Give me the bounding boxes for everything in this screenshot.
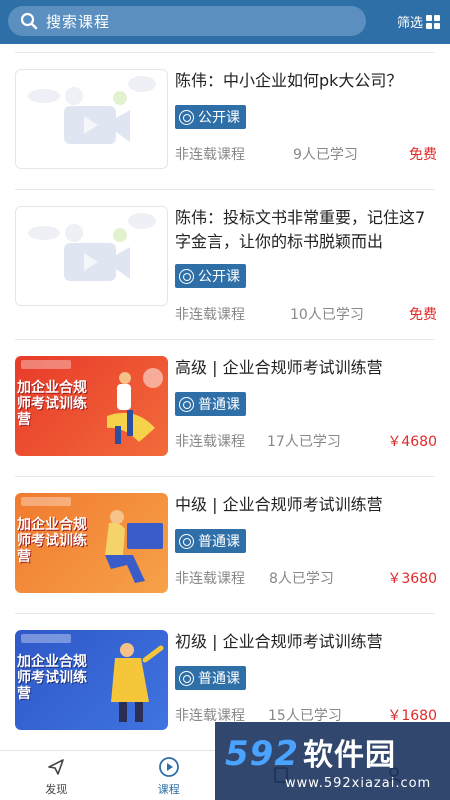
illustration-person [111, 643, 164, 722]
course-item[interactable]: 陈伟：投标文书非常重要，记住这7字金言，让你的标书脱颖而出 公开课 非连载课程 … [0, 206, 450, 326]
learner-count: 10人已学习 [290, 307, 364, 323]
course-meta: 非连载课程 8人已学习 ￥3680 [175, 568, 437, 588]
badge-label: 公开课 [198, 110, 240, 126]
filter-button[interactable]: 筛选 [397, 12, 440, 31]
course-title[interactable]: 中级 | 企业合规师考试训练营 [175, 493, 437, 517]
course-thumbnail [15, 69, 168, 169]
illustration-person [107, 368, 163, 444]
divider [15, 476, 435, 477]
badge-label: 普通课 [198, 671, 240, 687]
course-title[interactable]: 高级 | 企业合规师考试训练营 [175, 356, 437, 380]
divider [15, 52, 435, 53]
course-meta: 非连载课程 9人已学习 免费 [175, 144, 437, 164]
course-thumbnail: 加企业合规师考试训练营 [15, 356, 168, 456]
course-type-badge: 普通课 [175, 666, 246, 690]
course-type-badge: 公开课 [175, 264, 246, 288]
learner-count: 9人已学习 [293, 147, 358, 163]
paper-plane-icon [44, 755, 68, 779]
course-title[interactable]: 陈伟：中小企业如何pk大公司？ [175, 69, 437, 93]
course-item[interactable]: 加企业合规师考试训练营 高级 | 企业合规师考试训练营 普通课 非连载课程 17… [0, 356, 450, 476]
course-title[interactable]: 陈伟：投标文书非常重要，记住这7字金言，让你的标书脱颖而出 [175, 206, 437, 254]
divider [15, 339, 435, 340]
price: ￥4680 [387, 434, 437, 450]
watermark-url: www.592xiazai.com [285, 776, 432, 791]
badge-label: 普通课 [198, 534, 240, 550]
watermark-brand: 592 软件园 [225, 730, 396, 774]
divider [15, 189, 435, 190]
tab-discover[interactable]: 发现 [0, 751, 113, 800]
course-meta: 非连载课程 17人已学习 ￥4680 [175, 431, 437, 451]
serial-status: 非连载课程 [175, 307, 245, 323]
search-icon [18, 10, 40, 32]
tab-label: 发现 [45, 782, 68, 796]
grid-icon [426, 14, 440, 29]
course-type-badge: 普通课 [175, 529, 246, 553]
badge-icon [179, 670, 194, 686]
tab-courses[interactable]: 课程 [113, 751, 226, 800]
learner-count: 17人已学习 [267, 434, 341, 450]
price: 免费 [409, 147, 437, 163]
price: ￥3680 [387, 571, 437, 587]
watermark-number: 592 [225, 734, 299, 774]
price: 免费 [409, 307, 437, 323]
illustration-person [105, 510, 163, 583]
badge-icon [179, 396, 194, 412]
divider [15, 613, 435, 614]
course-thumbnail: 加企业合规师考试训练营 [15, 493, 168, 593]
video-placeholder-icon [28, 76, 156, 144]
tab-label: 课程 [157, 782, 180, 796]
search-bar[interactable]: 搜索课程 [8, 6, 366, 36]
course-item[interactable]: 陈伟：中小企业如何pk大公司？ 公开课 非连载课程 9人已学习 免费 [0, 69, 450, 189]
course-meta: 非连载课程 10人已学习 免费 [175, 304, 437, 324]
badge-label: 普通课 [198, 397, 240, 413]
badge-icon [179, 533, 194, 549]
course-item[interactable]: 加企业合规师考试训练营 中级 | 企业合规师考试训练营 普通课 非连载课程 8人… [0, 493, 450, 613]
top-bar: 搜索课程 筛选 [0, 0, 450, 44]
serial-status: 非连载课程 [175, 147, 245, 163]
learner-count: 8人已学习 [269, 571, 334, 587]
badge-label: 公开课 [198, 269, 240, 285]
course-title[interactable]: 初级 | 企业合规师考试训练营 [175, 630, 437, 654]
course-thumbnail: 加企业合规师考试训练营 [15, 630, 168, 730]
course-type-badge: 公开课 [175, 105, 246, 129]
serial-status: 非连载课程 [175, 434, 245, 450]
watermark: 592 软件园 www.592xiazai.com [215, 722, 450, 800]
search-placeholder: 搜索课程 [46, 12, 111, 31]
watermark-text: 软件园 [302, 738, 396, 773]
course-type-badge: 普通课 [175, 392, 246, 416]
badge-icon [179, 109, 194, 125]
badge-icon [179, 268, 194, 284]
course-thumbnail [15, 206, 168, 306]
filter-label: 筛选 [396, 16, 423, 31]
play-circle-icon [157, 755, 181, 779]
serial-status: 非连载课程 [175, 571, 245, 587]
video-placeholder-icon [28, 213, 156, 281]
course-list[interactable]: 陈伟：中小企业如何pk大公司？ 公开课 非连载课程 9人已学习 免费 陈伟：投标… [0, 44, 450, 750]
